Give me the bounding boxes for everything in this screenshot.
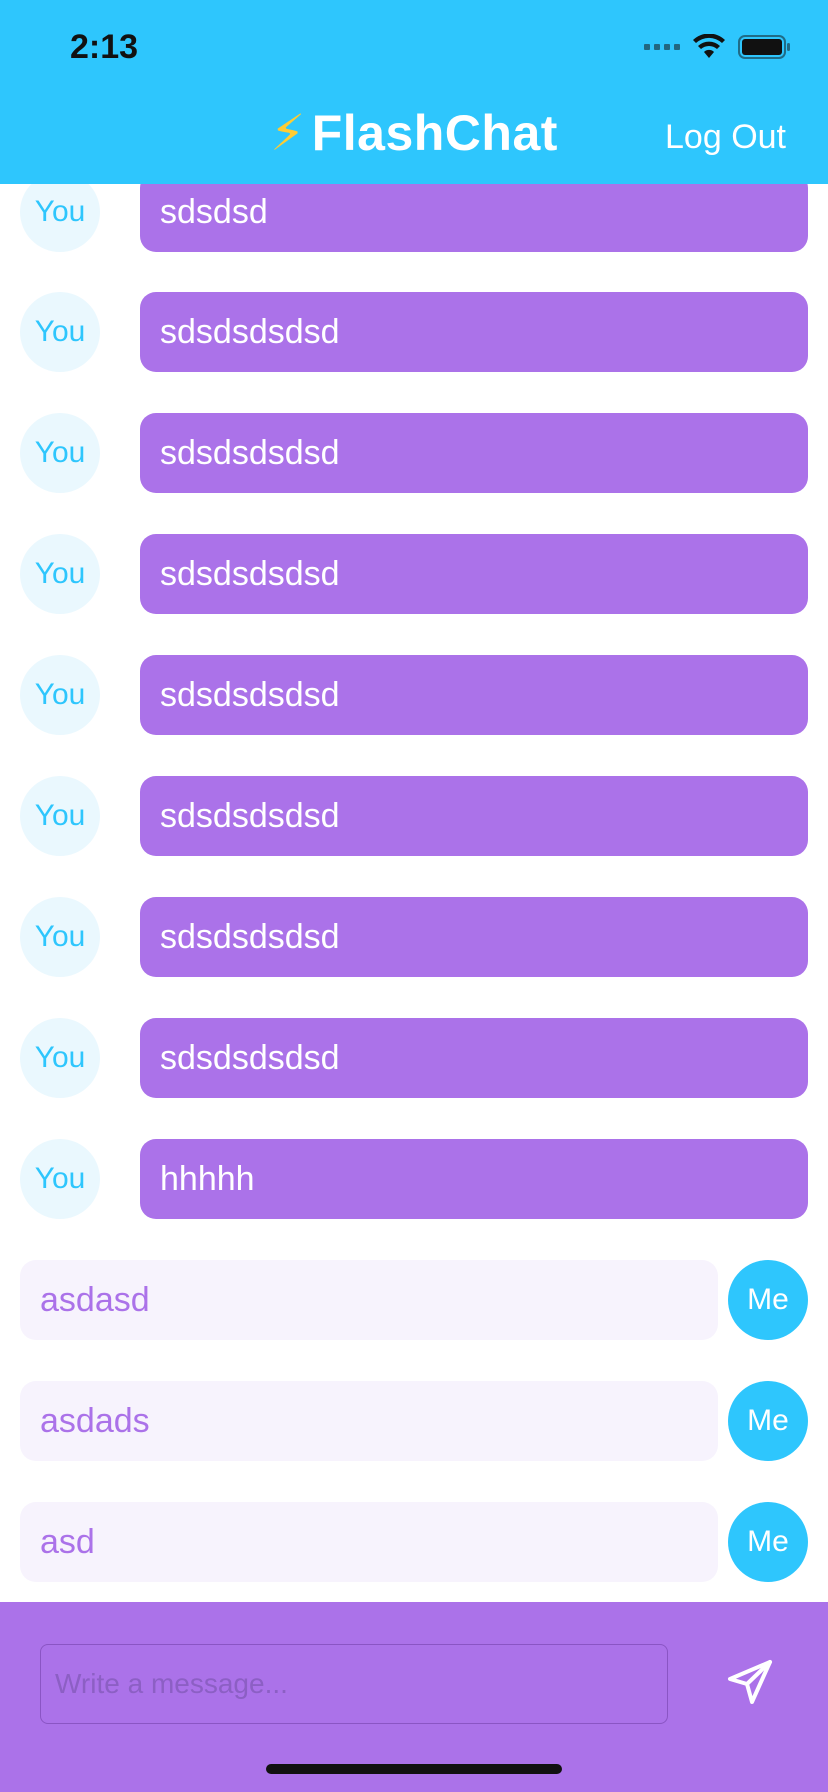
avatar-you: You <box>20 776 100 856</box>
message-bubble-me: asdads <box>20 1381 718 1461</box>
avatar-me: Me <box>728 1502 808 1582</box>
bolt-icon: ⚡ <box>270 105 306 161</box>
message-bubble-you: sdsdsdsdsd <box>140 534 808 614</box>
avatar-you: You <box>20 1139 100 1219</box>
message-row-me: asd Me <box>0 1502 828 1582</box>
message-bubble-you: sdsdsd <box>140 172 808 252</box>
app-title-text: FlashChat <box>311 105 558 161</box>
message-bubble-you: sdsdsdsdsd <box>140 413 808 493</box>
home-indicator <box>266 1764 562 1774</box>
message-bubble-you: sdsdsdsdsd <box>140 292 808 372</box>
message-row-you: You sdsdsdsdsd <box>0 534 828 614</box>
avatar-you: You <box>20 897 100 977</box>
message-bubble-you: hhhhh <box>140 1139 808 1219</box>
status-indicators <box>644 34 792 60</box>
message-bubble-you: sdsdsdsdsd <box>140 655 808 735</box>
message-row-you: You hhhhh <box>0 1139 828 1219</box>
logout-button[interactable]: Log Out <box>665 118 786 157</box>
avatar-me: Me <box>728 1381 808 1461</box>
avatar-you: You <box>20 1018 100 1098</box>
message-bubble-you: sdsdsdsdsd <box>140 897 808 977</box>
battery-icon <box>738 34 792 60</box>
message-row-me: asdasd Me <box>0 1260 828 1340</box>
avatar-me: Me <box>728 1260 808 1340</box>
paperplane-icon <box>728 1660 772 1704</box>
message-row-you: You sdsdsdsdsd <box>0 1018 828 1098</box>
avatar-you: You <box>20 655 100 735</box>
composer-bar <box>0 1602 828 1792</box>
message-row-me: asdads Me <box>0 1381 828 1461</box>
message-row-you: You sdsdsd <box>0 172 828 252</box>
signal-icon <box>644 44 680 50</box>
wifi-icon <box>692 34 726 60</box>
message-bubble-me: asd <box>20 1502 718 1582</box>
message-row-you: You sdsdsdsdsd <box>0 655 828 735</box>
message-row-you: You sdsdsdsdsd <box>0 776 828 856</box>
avatar-you: You <box>20 292 100 372</box>
status-time: 2:13 <box>70 28 139 66</box>
avatar-you: You <box>20 172 100 252</box>
message-bubble-you: sdsdsdsdsd <box>140 776 808 856</box>
avatar-you: You <box>20 413 100 493</box>
message-list[interactable]: You sdsdsd You sdsdsdsdsd You sdsdsdsdsd… <box>0 0 828 1602</box>
message-bubble-you: sdsdsdsdsd <box>140 1018 808 1098</box>
message-input[interactable] <box>40 1644 668 1724</box>
message-row-you: You sdsdsdsdsd <box>0 413 828 493</box>
message-bubble-me: asdasd <box>20 1260 718 1340</box>
nav-bar: 2:13 ⚡ FlashChat Log Out <box>0 0 828 184</box>
send-button[interactable] <box>722 1654 778 1710</box>
message-row-you: You sdsdsdsdsd <box>0 292 828 372</box>
avatar-you: You <box>20 534 100 614</box>
message-row-you: You sdsdsdsdsd <box>0 897 828 977</box>
